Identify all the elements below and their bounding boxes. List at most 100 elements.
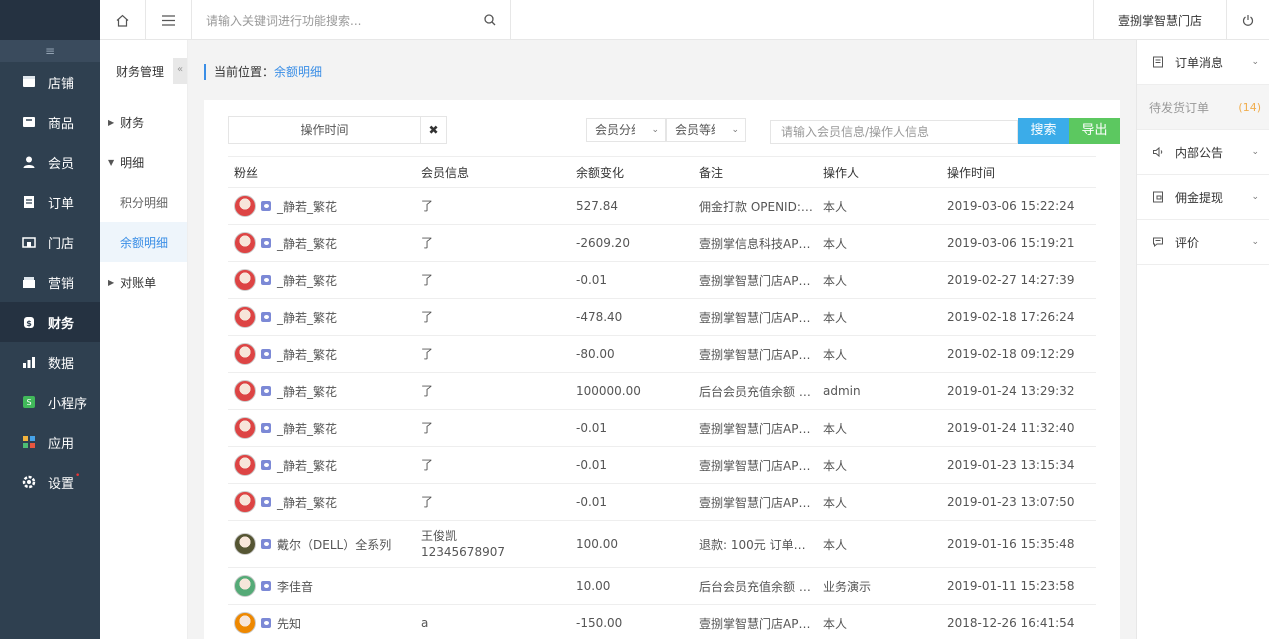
note-cell: 壹捌掌信息科技APP支付 [693,224,817,262]
subnav-title-label: 财务管理 [116,64,165,79]
sidebar-item-label: 数据 [48,356,75,372]
subnav-item[interactable]: 积分明细 [100,182,187,222]
fan-cell: 李佳音 [228,567,415,605]
sidebar-item-order[interactable]: 订单 [0,182,100,222]
table-row[interactable]: 先知 a -150.00 壹捌掌智慧门店APP支付 本人 2018-12-26 16:41… [228,604,1096,639]
member-operator-search-input[interactable]: 请输入会员信息/操作人信息 [770,120,1018,144]
menu-button[interactable] [146,0,192,40]
data-icon [22,355,36,369]
sidebar-item-member[interactable]: 会员 [0,142,100,182]
member-level-select[interactable]: 会员等级 ⌄ [666,118,746,142]
table-row[interactable]: _静若_繁花 了 -2609.20 壹捌掌信息科技APP支付 本人 2019-03-06 … [228,224,1096,262]
operation-time-cell: 2019-01-23 13:15:34 [941,446,1096,484]
sidebar-item-goods[interactable]: 商品 [0,102,100,142]
export-button[interactable]: 导出 [1069,118,1120,144]
logout-button[interactable] [1227,0,1269,40]
home-button[interactable] [100,0,146,40]
balance-change-cell: -0.01 [570,409,693,447]
sidebar-item-label: 店铺 [48,76,75,92]
fan-name: _静若_繁花 [277,384,338,399]
table-row[interactable]: _静若_繁花 了 -80.00 壹捌掌智慧门店APP支付 本人 2019-02-18 09… [228,335,1096,373]
subnav-item[interactable]: ▶ 对账单 [100,262,187,302]
comment-icon [1151,235,1165,249]
internal-notice-toggle[interactable]: 内部公告 ⌄ [1137,130,1269,175]
function-search[interactable]: 请输入关键词进行功能搜索... [192,0,511,40]
store-icon [22,75,36,89]
sidebar-item-settings[interactable]: 设置 • [0,462,100,502]
operation-time-input[interactable]: 操作时间 [228,116,420,144]
sidebar-item-shop[interactable]: 门店 [0,222,100,262]
subnav-item-label: 积分明细 [120,195,169,210]
avatar [234,612,256,634]
clear-date-button[interactable]: ✖ [420,116,447,144]
breadcrumb-current[interactable]: 余额明细 [274,65,322,79]
column-header: 操作人 [817,156,941,188]
table-row[interactable]: _静若_繁花 了 -0.01 壹捌掌智慧门店APP支付 本人 2019-02-27 14:… [228,261,1096,299]
table-row[interactable]: _静若_繁花 了 100000.00 后台会员充值余额 充值 admin 2019-01-… [228,372,1096,410]
home-icon [116,14,129,27]
operator-cell: 本人 [817,298,941,336]
fan-name: 先知 [277,616,302,631]
sidebar-item-data[interactable]: 数据 [0,342,100,382]
table-row[interactable]: _静若_繁花 了 -0.01 壹捌掌智慧门店APP支付 本人 2019-01-24 11:… [228,409,1096,447]
wechat-icon [261,238,271,248]
fan-cell: _静若_繁花 [228,298,415,336]
fan-cell: 先知 [228,604,415,639]
fan-name: _静若_繁花 [277,310,338,325]
chevron-down-icon: ⌄ [1251,57,1259,67]
table-row[interactable]: _静若_繁花 了 -478.40 壹捌掌智慧门店APP支付 本人 2019-02-18 1… [228,298,1096,336]
fan-name: _静若_繁花 [277,199,338,214]
subnav-item[interactable]: ▶ 财务 [100,102,187,142]
table-row[interactable]: 戴尔（DELL）全系列 王俊凯 12345678907 100.00 退款: 100元 … [228,520,1096,568]
pending-shipment-orders[interactable]: 待发货订单 (14) [1137,85,1269,130]
balance-change-cell: -2609.20 [570,224,693,262]
avatar [234,533,256,555]
wechat-icon [261,539,271,549]
table-row[interactable]: _静若_繁花 了 -0.01 壹捌掌智慧门店APP支付 本人 2019-01-23 13:… [228,483,1096,521]
subnav-item[interactable]: ▼ 明细 [100,142,187,182]
balance-change-cell: -150.00 [570,604,693,639]
balance-change-cell: 527.84 [570,187,693,225]
sidebar-item-apps[interactable]: 应用 [0,422,100,462]
right-notification-panel: 订单消息 ⌄ 待发货订单 (14) 内部公告 ⌄ 佣金提现 ⌄ 评价 ⌄ [1136,40,1269,639]
sidebar-item-miniprogram[interactable]: S 小程序 [0,382,100,422]
order-messages-toggle[interactable]: 订单消息 ⌄ [1137,40,1269,85]
note-cell: 退款: 100元 订单号退款 [693,520,817,568]
operator-cell: 本人 [817,409,941,447]
search-button[interactable]: 搜索 [1018,118,1069,144]
member-level-select-value: 会员等级 [675,123,715,137]
operator-cell: 本人 [817,187,941,225]
member-info-cell: 了 [415,187,570,225]
table-row[interactable]: _静若_繁花 了 527.84佣金打款 OPENID:oXxYz8a本人2019-0… [228,187,1096,225]
sidebar-item-label: 营销 [48,276,75,292]
caret-icon: ▼ [108,157,115,167]
member-name: 了 [421,384,434,398]
subnav-item-label: 对账单 [120,275,157,290]
fan-cell: _静若_繁花 [228,446,415,484]
chevron-down-icon: ⌄ [1251,192,1259,202]
shop-name[interactable]: 壹捌掌智慧门店 [1093,0,1227,40]
sidebar-item-marketing[interactable]: 营销 [0,262,100,302]
member-name: 王俊凯 [421,529,458,543]
member-group-select[interactable]: 会员分组 ⌄ [586,118,666,142]
sidebar-toggle[interactable]: ≡ [0,40,100,62]
sidebar-item-store[interactable]: 店铺 [0,62,100,102]
avatar [234,269,256,291]
fan-cell: _静若_繁花 [228,409,415,447]
subnav-item[interactable]: 余额明细 [100,222,187,262]
fan-cell: 戴尔（DELL）全系列 [228,520,415,568]
function-search-input[interactable]: 请输入关键词进行功能搜索... [206,12,361,29]
wechat-icon [261,460,271,470]
operation-time-cell: 2019-01-23 13:07:50 [941,483,1096,521]
sidebar-item-finance[interactable]: $ 财务 [0,302,100,342]
note-cell: 后台会员充值余额 充值 [693,372,817,410]
table-row[interactable]: 李佳音 10.00 后台会员充值余额 充值 业务演示 2019-01-11 15:23:… [228,567,1096,605]
table-row[interactable]: _静若_繁花 了 -0.01 壹捌掌智慧门店APP支付 本人 2019-01-23 13:… [228,446,1096,484]
member-info-cell: a [415,604,570,639]
review-toggle[interactable]: 评价 ⌄ [1137,220,1269,265]
collapse-subnav-button[interactable]: « [173,58,187,84]
search-icon[interactable] [484,14,496,26]
commission-withdraw-toggle[interactable]: 佣金提现 ⌄ [1137,175,1269,220]
fan-cell: _静若_繁花 [228,224,415,262]
